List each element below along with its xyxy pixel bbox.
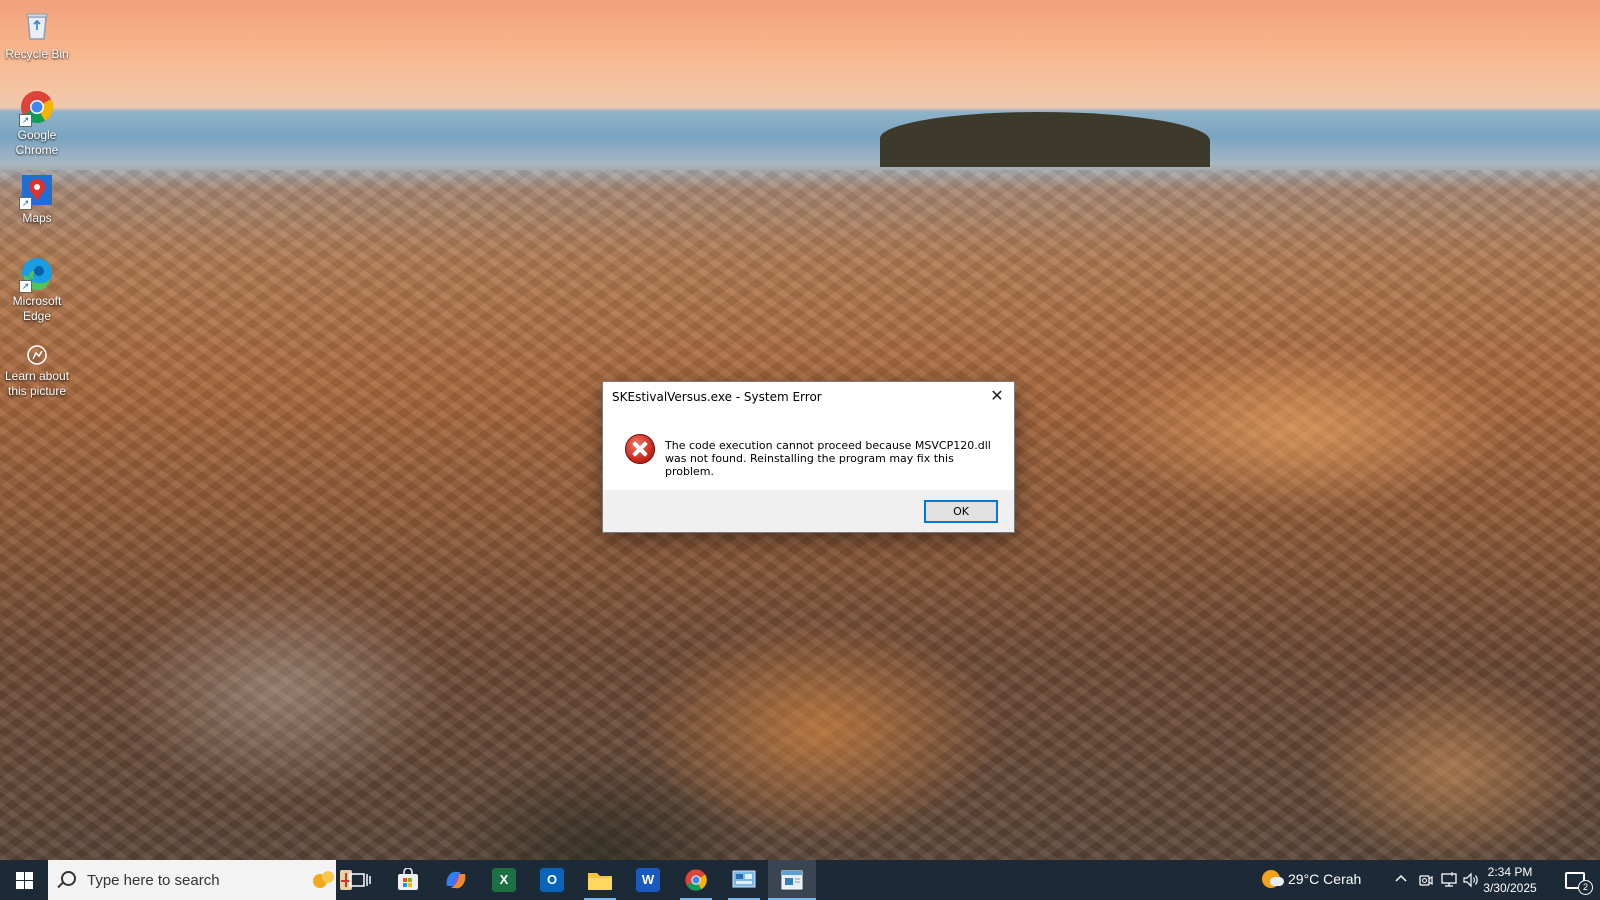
store-icon [398,868,418,890]
taskbar-app-skestival[interactable] [768,860,816,900]
error-icon [625,434,655,464]
clock[interactable]: 2:34 PM 3/30/2025 [1477,864,1543,896]
app-window-icon [781,870,803,890]
search-placeholder: Type here to search [87,872,220,889]
chrome-icon: ↗ [19,89,55,127]
taskbar-app-excel[interactable]: X [480,860,528,900]
weather-widget[interactable]: 29°C Cerah [1256,860,1376,900]
notification-count-badge: 2 [1578,880,1593,895]
desktop-icon-learn-about-picture[interactable]: Learn about this picture [0,344,74,399]
learn-icon [26,344,48,366]
desktop-icon-label: Google Chrome [15,128,59,157]
search-box[interactable]: Type here to search [48,860,352,900]
dialog-message-line-2: was not found. Reinstalling the program … [665,452,954,478]
wallpaper-hill [880,112,1210,167]
task-view-icon [349,873,371,887]
clock-time: 2:34 PM [1487,865,1533,879]
desktop-icon-recycle-bin[interactable]: Recycle Bin [0,8,74,62]
show-hidden-icons-chevron-up-icon[interactable] [1394,872,1408,889]
desktop-icon-microsoft-edge[interactable]: ↗ Microsoft Edge [0,255,74,324]
notification-center-button[interactable]: 2 [1554,860,1594,900]
copilot-icon [446,871,466,889]
dialog-message: The code execution cannot proceed becaus… [665,439,1005,478]
weather-text: 29°C Cerah [1288,871,1362,887]
taskbar-app-file-explorer[interactable] [576,860,624,900]
desktop-icon-google-chrome[interactable]: ↗ Google Chrome [0,89,74,158]
recycle-bin-icon [19,8,55,44]
edge-icon: ↗ [19,255,55,293]
close-button[interactable]: ✕ [980,382,1014,410]
task-view-button[interactable] [336,860,384,900]
desktop-icon-label: Microsoft Edge [12,294,62,323]
desktop-icon-label: Recycle Bin [5,47,69,61]
taskbar: Type here to search X O W 29°C Cerah 2:3… [0,860,1600,900]
taskbar-app-microsoft-store[interactable] [384,860,432,900]
control-panel-icon [732,870,756,888]
meet-now-camera-icon[interactable] [1418,872,1434,891]
weather-cloud-icon [1270,877,1284,886]
ok-button[interactable]: OK [924,500,998,523]
clock-date: 3/30/2025 [1483,881,1537,895]
maps-icon: ↗ [19,172,55,210]
system-error-dialog: SKEstivalVersus.exe - System Error ✕ The… [602,381,1015,533]
taskbar-app-control-panel[interactable] [720,860,768,900]
network-icon[interactable] [1440,872,1458,891]
chrome-icon [685,869,707,891]
desktop-icon-label: Maps [22,211,52,225]
dialog-message-line-1: The code execution cannot proceed becaus… [665,439,991,452]
outlook-icon: O [540,868,564,892]
dialog-title: SKEstivalVersus.exe - System Error [612,390,822,404]
dialog-footer: OK [603,490,1014,532]
taskbar-app-copilot[interactable] [432,860,480,900]
start-button[interactable] [0,860,48,900]
excel-icon: X [492,868,516,892]
word-icon: W [636,868,660,892]
taskbar-app-word[interactable]: W [624,860,672,900]
desktop-icon-maps[interactable]: ↗ Maps [0,172,74,226]
desktop-icon-label: Learn about this picture [4,369,70,398]
search-icon [61,871,76,886]
taskbar-app-chrome[interactable] [672,860,720,900]
windows-logo-icon [15,871,33,889]
taskbar-app-outlook[interactable]: O [528,860,576,900]
folder-icon [588,873,612,890]
